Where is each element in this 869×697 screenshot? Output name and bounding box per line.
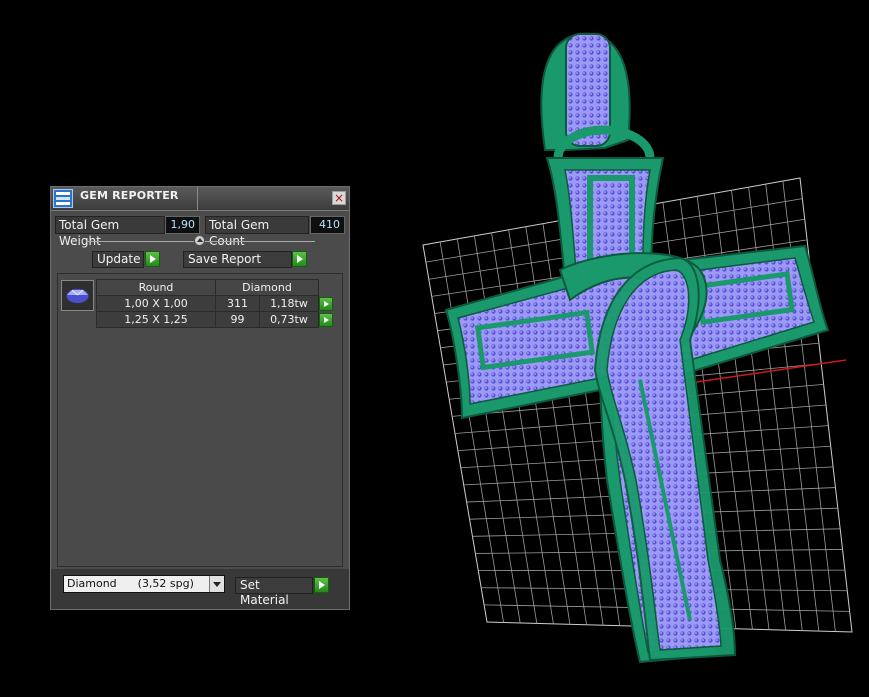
row-action bbox=[319, 296, 334, 312]
save-report-play-arrow-icon[interactable] bbox=[292, 251, 307, 267]
update-play-arrow-icon[interactable] bbox=[145, 251, 160, 267]
slider-knob-icon[interactable] bbox=[194, 235, 205, 246]
table-row[interactable]: 1,00 X 1,00 311 1,18tw bbox=[96, 295, 334, 312]
set-material-button[interactable]: Set Material bbox=[235, 577, 313, 607]
close-icon[interactable]: × bbox=[332, 191, 346, 205]
total-gem-count-label: Total Gem Count bbox=[205, 216, 309, 248]
play-arrow-icon[interactable] bbox=[319, 312, 334, 327]
gem-count: 99 bbox=[215, 311, 260, 328]
total-gem-weight-value: 1,90 bbox=[165, 216, 200, 234]
gem-size: 1,25 X 1,25 bbox=[96, 311, 216, 328]
chevron-down-icon[interactable] bbox=[209, 576, 224, 592]
row-action bbox=[319, 312, 334, 328]
header-spacer bbox=[319, 280, 334, 296]
set-material-play-arrow-icon[interactable] bbox=[314, 577, 329, 593]
column-header-round: Round bbox=[96, 279, 216, 296]
gem-thumbnail-icon[interactable] bbox=[61, 280, 94, 311]
title-bar[interactable]: GEM REPORTER × bbox=[51, 187, 349, 211]
gem-weight: 1,18tw bbox=[258, 295, 320, 312]
gem-reporter-app-icon bbox=[53, 189, 73, 208]
gem-list: Round Diamond 1,00 X 1,00 311 1,18tw 1,2… bbox=[57, 273, 343, 567]
total-gem-count-value: 410 bbox=[310, 216, 345, 234]
update-button[interactable]: Update bbox=[92, 251, 144, 268]
title-divider bbox=[197, 187, 198, 210]
table-header-row: Round Diamond bbox=[96, 279, 334, 296]
gem-size-table: Round Diamond 1,00 X 1,00 311 1,18tw 1,2… bbox=[96, 279, 334, 328]
material-selected-value: Diamond (3,52 spg) bbox=[67, 577, 194, 590]
save-report-button[interactable]: Save Report bbox=[183, 251, 292, 268]
material-select[interactable]: Diamond (3,52 spg) bbox=[63, 575, 225, 593]
gem-size: 1,00 X 1,00 bbox=[96, 295, 216, 312]
column-header-diamond: Diamond bbox=[215, 279, 319, 296]
cross-pendant-model bbox=[444, 32, 830, 664]
total-gem-weight-label: Total Gem Weight bbox=[55, 216, 165, 248]
gem-count: 311 bbox=[215, 295, 260, 312]
gem-reporter-panel: GEM REPORTER × Total Gem Weight 1,90 Tot… bbox=[50, 186, 350, 610]
gem-weight: 0,73tw bbox=[258, 311, 320, 328]
table-row[interactable]: 1,25 X 1,25 99 0,73tw bbox=[96, 311, 334, 328]
window-title: GEM REPORTER bbox=[80, 189, 179, 202]
play-arrow-icon[interactable] bbox=[319, 296, 333, 311]
